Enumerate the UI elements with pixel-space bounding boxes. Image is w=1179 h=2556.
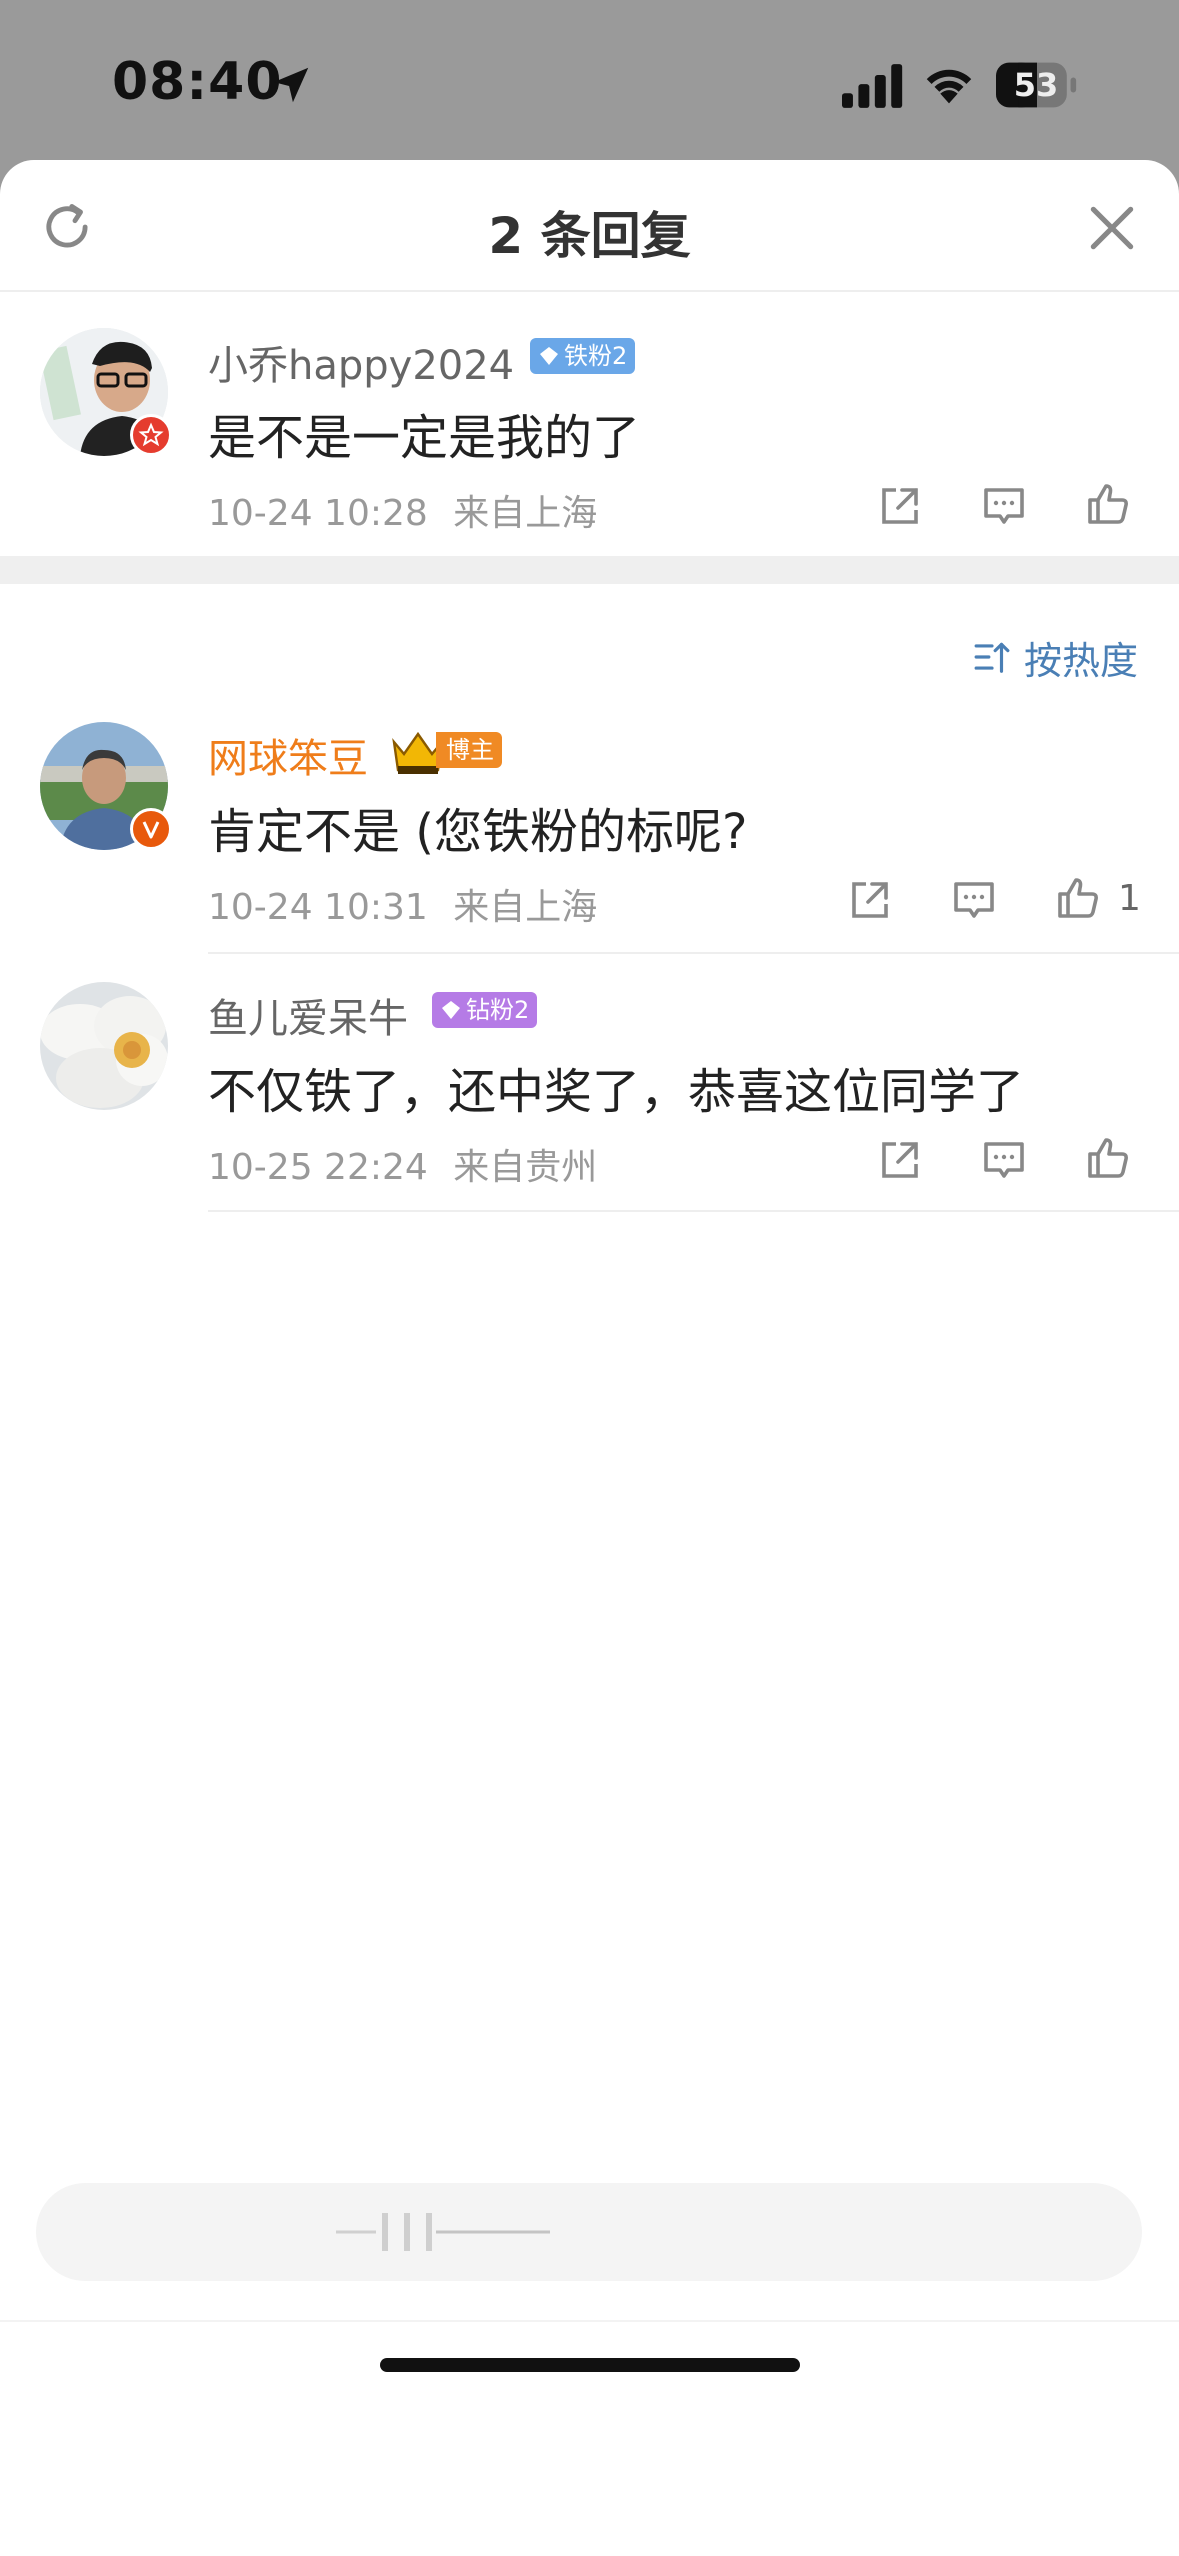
home-indicator[interactable]: [380, 2358, 800, 2372]
cellular-signal-icon: [842, 64, 903, 108]
reply-divider: [208, 1210, 1179, 1212]
avatar-image: [40, 982, 168, 1110]
comment-meta: 10-24 10:31 来自上海: [208, 878, 597, 930]
verified-badge-icon: [130, 808, 172, 850]
badge-label: 钻粉2: [466, 996, 530, 1024]
like-icon[interactable]: [1084, 480, 1132, 528]
username[interactable]: 小乔happy2024: [208, 333, 514, 391]
voice-waveform-icon: [336, 2213, 550, 2251]
share-icon[interactable]: [846, 876, 894, 924]
comment-location: 来自上海: [453, 887, 598, 928]
comment-text: 是不是一定是我的了: [208, 410, 641, 466]
comment-location: 来自上海: [453, 493, 598, 534]
diamond-icon: [442, 1001, 460, 1019]
battery-level: 53: [1013, 66, 1059, 104]
sheet-header: 2 条回复: [0, 160, 1179, 292]
comment-text: 不仅铁了，还中奖了，恭喜这位同学了: [208, 1064, 1025, 1120]
location-arrow-icon: [273, 67, 309, 103]
comment-icon[interactable]: [950, 876, 998, 924]
comment-icon[interactable]: [980, 1136, 1028, 1184]
badge-label: 博主: [446, 736, 494, 764]
share-icon[interactable]: [876, 1136, 924, 1184]
sheet-title: 2 条回复: [488, 207, 691, 265]
avatar[interactable]: [40, 982, 168, 1110]
comment-icon[interactable]: [980, 482, 1028, 530]
comment-meta: 10-24 10:28 来自上海: [208, 484, 597, 536]
comment-meta: 10-25 22:24 来自贵州: [208, 1138, 597, 1190]
verified-badge-icon: [130, 414, 172, 456]
iron-fan-badge: 铁粉2: [530, 338, 636, 374]
reply-divider: [208, 952, 1179, 954]
share-icon[interactable]: [876, 482, 924, 530]
diamond-icon: [540, 347, 558, 365]
wifi-icon: [926, 69, 972, 104]
comment-date: 10-24 10:28: [208, 493, 428, 534]
like-icon[interactable]: [1054, 874, 1102, 922]
comment-date: 10-25 22:24: [208, 1147, 428, 1188]
username[interactable]: 网球笨豆: [208, 726, 368, 784]
input-area-divider: [0, 2320, 1179, 2322]
comment-location: 来自贵州: [453, 1147, 598, 1188]
username[interactable]: 鱼儿爱呆牛: [208, 986, 408, 1044]
sort-icon: [974, 642, 1010, 673]
sort-label: 按热度: [1024, 639, 1139, 683]
section-separator: [0, 556, 1179, 584]
status-time: 08:40: [112, 52, 283, 112]
status-bar: 08:40 53: [0, 0, 1179, 160]
badge-label: 铁粉2: [564, 342, 628, 370]
comment-date: 10-24 10:31: [208, 887, 428, 928]
like-icon[interactable]: [1084, 1134, 1132, 1182]
blogger-badge: 博主: [436, 732, 502, 768]
reply-input-bar[interactable]: [36, 2183, 1142, 2281]
comment-text: 肯定不是 (您铁粉的标呢?: [208, 804, 748, 860]
close-icon[interactable]: [1084, 200, 1140, 256]
diamond-fan-badge: 钻粉2: [432, 992, 538, 1028]
like-count: 1: [1118, 878, 1141, 919]
